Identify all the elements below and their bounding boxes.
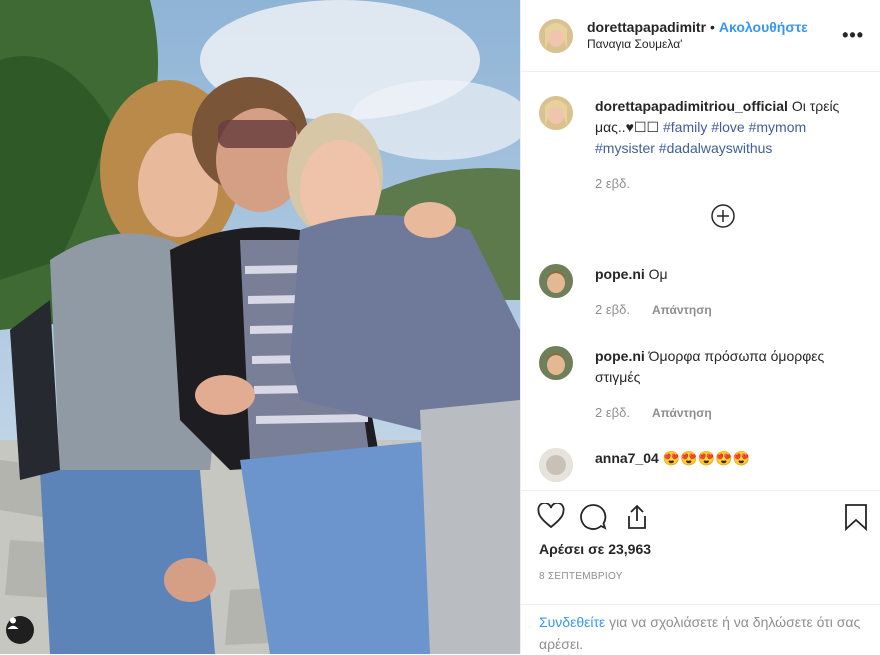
like-button[interactable]	[537, 502, 565, 532]
caption-time[interactable]: 2 εβδ.	[595, 173, 866, 194]
more-horizontal-icon: •••	[842, 25, 864, 45]
post-photo[interactable]	[0, 0, 520, 654]
bookmark-icon	[845, 504, 867, 532]
hashtag-link[interactable]: #love	[711, 119, 744, 135]
post-sidebar: dorettapapadimitr • Ακολουθήστε Παναγια Σο…	[520, 0, 880, 654]
login-link[interactable]: Συνδεθείτε	[539, 614, 605, 630]
commenter-avatar[interactable]	[539, 448, 573, 482]
caption-username[interactable]: dorettapapadimitriou_official	[595, 98, 788, 114]
heart-icon	[537, 502, 565, 529]
comment-icon	[580, 504, 607, 530]
caption: dorettapapadimitriou_official Οι τρείς μ…	[539, 96, 866, 194]
login-prompt: Συνδεθείτε για να σχολιάσετε ή να δηλώσε…	[521, 604, 880, 655]
comment-body: pope.ni Όμορφα πρόσωπα όμορφες στιγμές 2…	[595, 346, 866, 424]
caption-body: dorettapapadimitriou_official Οι τρείς μ…	[595, 96, 866, 194]
comment-username[interactable]: pope.ni	[595, 348, 645, 364]
photo-illustration	[0, 0, 520, 654]
comment-username[interactable]: pope.ni	[595, 266, 645, 282]
load-more-comments-button[interactable]	[711, 204, 735, 228]
comment-username[interactable]: anna7_04	[595, 450, 659, 466]
caption-avatar[interactable]	[539, 96, 573, 130]
likes-count[interactable]: Αρέσει σε 23,963	[539, 541, 651, 557]
avatar-image	[539, 346, 573, 380]
action-icons	[537, 502, 868, 534]
comment-text: Ομ	[648, 266, 668, 282]
instagram-post: dorettapapadimitr • Ακολουθήστε Παναγια Σο…	[0, 0, 880, 654]
reply-button[interactable]: Απάντηση	[652, 303, 712, 317]
comment-item: pope.ni Ομ 2 εβδ. Απάντηση	[539, 264, 866, 321]
separator-dot: •	[710, 18, 715, 35]
follow-button[interactable]: Ακολουθήστε	[719, 19, 808, 35]
hashtag-link[interactable]: #mysister	[595, 140, 655, 156]
share-icon	[628, 504, 646, 529]
commenter-avatar[interactable]	[539, 346, 573, 380]
avatar-image	[539, 18, 573, 53]
user-tag-button[interactable]	[6, 616, 34, 644]
commenter-avatar[interactable]	[539, 264, 573, 298]
post-header: dorettapapadimitr • Ακολουθήστε Παναγια Σο…	[521, 0, 880, 72]
comment-body: anna7_04 😍😍😍😍😍	[595, 448, 750, 482]
author-avatar[interactable]	[539, 18, 573, 53]
share-button[interactable]	[623, 503, 651, 534]
post-date[interactable]: 8 ΣΕΠΤΕΜΒΡΙΟΥ	[539, 571, 623, 582]
hashtag-link[interactable]: #family	[663, 119, 707, 135]
person-icon	[7, 617, 19, 629]
header-text: dorettapapadimitr • Ακολουθήστε Παναγια Σο…	[587, 19, 842, 53]
comment-text: 😍😍😍😍😍	[662, 450, 750, 466]
comment-meta: 2 εβδ. Απάντηση	[595, 299, 712, 321]
comment-item: pope.ni Όμορφα πρόσωπα όμορφες στιγμές 2…	[539, 346, 866, 424]
hashtag-link[interactable]: #mymom	[749, 119, 807, 135]
avatar-image	[539, 448, 573, 482]
comment-time[interactable]: 2 εβδ.	[595, 405, 630, 420]
plus-circle-icon	[711, 204, 735, 228]
reply-button[interactable]: Απάντηση	[652, 406, 712, 420]
comment-time[interactable]: 2 εβδ.	[595, 302, 630, 317]
avatar-image	[539, 264, 573, 298]
save-button[interactable]	[844, 503, 868, 534]
more-options-button[interactable]: •••	[842, 25, 864, 46]
post-actions: Αρέσει σε 23,963 8 ΣΕΠΤΕΜΒΡΙΟΥ	[521, 490, 880, 582]
hashtag-link[interactable]: #dadalwayswithus	[659, 140, 773, 156]
avatar-image	[539, 96, 573, 130]
comment-meta: 2 εβδ. Απάντηση	[595, 402, 866, 424]
comment-body: pope.ni Ομ 2 εβδ. Απάντηση	[595, 264, 712, 321]
comment-button[interactable]	[579, 503, 607, 534]
author-username[interactable]: dorettapapadimitr	[587, 19, 706, 35]
comment-item: anna7_04 😍😍😍😍😍	[539, 448, 866, 482]
location-link[interactable]: Παναγια Σουμελα'	[587, 36, 842, 53]
